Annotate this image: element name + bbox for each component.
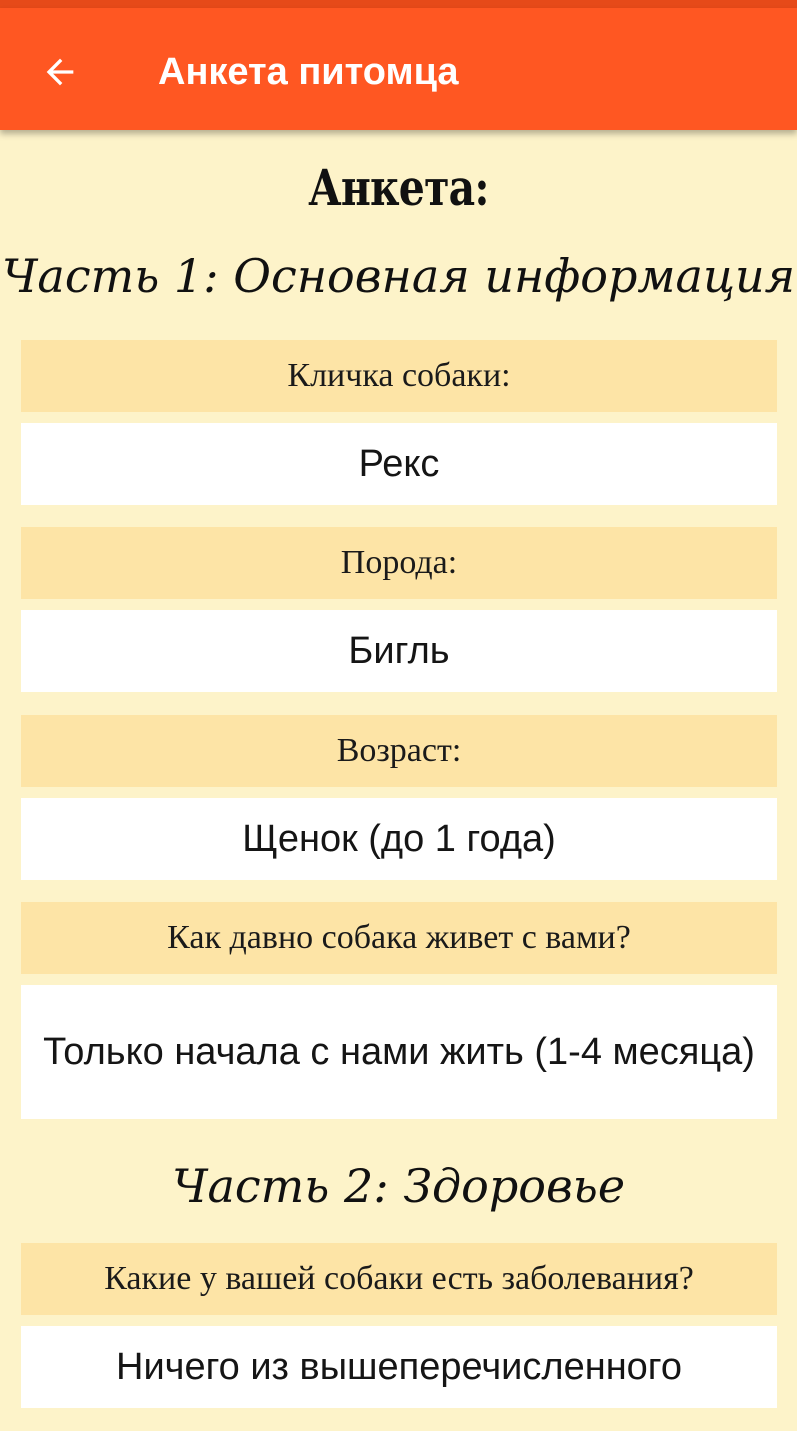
question-age: Возраст: xyxy=(21,715,777,787)
answer-breed[interactable]: Бигль xyxy=(21,610,777,692)
question-dog-name: Кличка собаки: xyxy=(21,340,777,412)
question-breed: Порода: xyxy=(21,527,777,599)
form-title: Анкета: xyxy=(308,158,489,217)
question-time-with-owner: Как давно собака живет с вами? xyxy=(21,902,777,974)
status-bar xyxy=(0,0,797,8)
answer-dog-name[interactable]: Рекс xyxy=(21,423,777,505)
app-bar-title: Анкета питомца xyxy=(158,51,459,93)
section-title-basic-info: Часть 1: Основная информация xyxy=(1,249,796,303)
answer-age[interactable]: Щенок (до 1 года) xyxy=(21,798,777,880)
section-title-health: Часть 2: Здоровье xyxy=(171,1159,626,1213)
answer-diseases[interactable]: Ничего из вышеперечисленного xyxy=(21,1326,777,1408)
question-diseases: Какие у вашей собаки есть заболевания? xyxy=(21,1243,777,1315)
back-button[interactable] xyxy=(26,38,94,106)
app-bar: Анкета питомца xyxy=(0,8,797,130)
arrow-left-icon xyxy=(40,52,80,92)
answer-time-with-owner[interactable]: Только начала с нами жить (1-4 месяца) xyxy=(21,985,777,1119)
